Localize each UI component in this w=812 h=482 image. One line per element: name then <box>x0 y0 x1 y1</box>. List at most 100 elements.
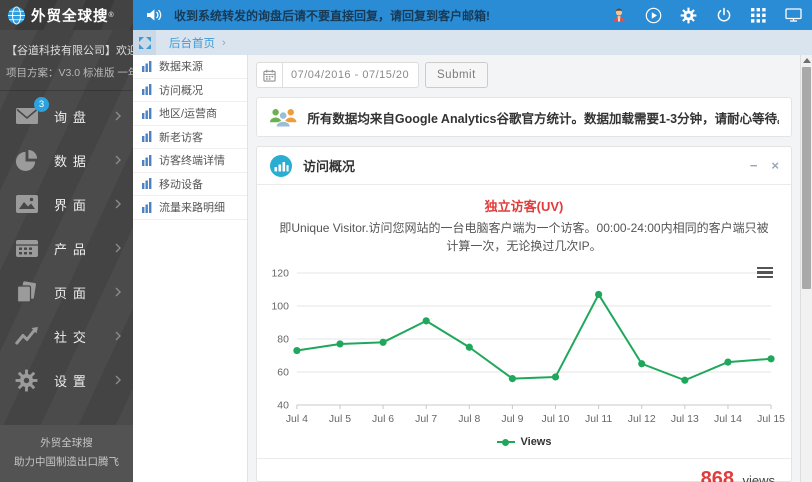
apps-menu-button[interactable] <box>746 0 771 30</box>
collapse-sidebar-button[interactable] <box>133 30 156 55</box>
svg-text:Jul 6: Jul 6 <box>372 414 394 425</box>
date-toolbar: Submit <box>256 62 792 88</box>
chevron-right-icon <box>115 155 121 165</box>
account-welcome: 【谷道科技有限公司】欢迎您! 项目方案：V3.0 标准版 一年 <box>0 30 153 91</box>
pages-icon <box>16 280 36 303</box>
bar-chart-icon <box>142 154 152 166</box>
company-welcome-text: 【谷道科技有限公司】欢迎您! <box>6 45 153 57</box>
avatar-icon <box>613 8 624 22</box>
chevron-right-icon <box>115 331 121 341</box>
people-group-icon <box>269 109 297 128</box>
settings-button[interactable] <box>676 0 701 30</box>
bar-chart-icon <box>142 131 152 143</box>
calendar-icon <box>263 69 276 82</box>
chevron-right-icon <box>115 111 121 121</box>
app-logo[interactable]: 外贸全球搜 ® <box>0 0 133 30</box>
main-sidebar: 【谷道科技有限公司】欢迎您! 项目方案：V3.0 标准版 一年 3 询盘 数据 … <box>0 30 153 482</box>
power-button[interactable] <box>711 0 736 30</box>
speaker-icon <box>147 9 162 21</box>
metric-description-text: 即Unique Visitor.访问您网站的一台电脑客户端为一个访客。00:00… <box>279 221 769 253</box>
svg-text:Jul 7: Jul 7 <box>415 414 437 425</box>
svg-text:Jul 8: Jul 8 <box>458 414 480 425</box>
submenu-item-region-operator[interactable]: 地区/运营商 <box>133 102 247 126</box>
uv-line-chart: 40 60 80 100 120 Jul 4 Jul 5 Jul 6 Jul 7 Jul 8 Jul… <box>271 268 785 425</box>
submenu-item-new-returning-visitors[interactable]: 新老访客 <box>133 126 247 149</box>
sidebar-footer-brand: 外贸全球搜 <box>40 437 93 450</box>
svg-text:Jul 4: Jul 4 <box>286 414 308 425</box>
inquiry-count-badge: 3 <box>34 97 49 112</box>
panel-close-button[interactable]: × <box>771 159 779 172</box>
total-views-summary: 868 views <box>257 458 791 482</box>
breadcrumb: 后台首页 › <box>133 30 812 55</box>
sidebar-item-data[interactable]: 数据 <box>0 138 133 182</box>
sidebar-item-products[interactable]: 产品 <box>0 226 133 270</box>
sidebar-item-social[interactable]: 社交 <box>0 314 133 358</box>
gear-icon <box>15 369 38 391</box>
chart-legend-views[interactable]: Views <box>263 436 785 448</box>
chevron-right-icon <box>115 375 121 385</box>
play-circle-icon <box>645 7 662 23</box>
vertical-scrollbar[interactable] <box>800 55 812 482</box>
submenu-item-visit-overview[interactable]: 访问概况 <box>133 79 247 102</box>
product-table-icon <box>16 239 38 257</box>
bar-chart-icon <box>142 107 152 119</box>
svg-text:Jul 10: Jul 10 <box>542 414 570 425</box>
sidebar-footer-slogan: 助力中国制造出口腾飞 <box>14 455 119 468</box>
bar-chart-icon <box>142 60 152 72</box>
metric-description: 独立访客(UV) 即Unique Visitor.访问您网站的一台电脑客户端为一… <box>257 185 791 257</box>
svg-text:Jul 5: Jul 5 <box>329 414 351 425</box>
gear-icon <box>680 7 697 23</box>
report-submenu: 数据来源 访问概况 地区/运营商 新老访客 访客终端详情 移动设备 流量来路明细 <box>133 55 248 482</box>
chevron-right-icon <box>115 243 121 253</box>
breadcrumb-home-link[interactable]: 后台首页 <box>169 35 215 51</box>
sidebar-item-pages[interactable]: 页面 <box>0 270 133 314</box>
scrollbar-up-arrow[interactable] <box>802 58 811 63</box>
pie-chart-icon <box>15 149 38 171</box>
topbar-actions <box>606 0 812 30</box>
total-views-value: 868 <box>700 468 735 482</box>
globe-logo-icon <box>7 5 26 25</box>
metric-title: 独立访客(UV) <box>484 199 564 214</box>
image-icon <box>16 195 38 213</box>
apps-grid-icon <box>751 7 766 23</box>
svg-text:Jul 15: Jul 15 <box>757 414 785 425</box>
submenu-item-traffic-source-detail[interactable]: 流量来路明细 <box>133 196 247 220</box>
svg-text:Jul 11: Jul 11 <box>585 414 612 425</box>
submenu-item-data-source[interactable]: 数据来源 <box>133 55 247 79</box>
legend-label: Views <box>520 436 552 448</box>
svg-text:60: 60 <box>277 367 289 378</box>
social-chart-icon <box>15 327 38 345</box>
svg-text:80: 80 <box>277 334 289 345</box>
monitor-icon <box>785 8 802 22</box>
submenu-item-visitor-terminal[interactable]: 访客终端详情 <box>133 149 247 173</box>
bar-chart-icon <box>142 84 152 96</box>
submenu-item-mobile-devices[interactable]: 移动设备 <box>133 173 247 196</box>
notice-text: 所有数据均来自Google Analytics谷歌官方统计。数据加载需要1-3分… <box>307 111 779 126</box>
svg-text:Jul 14: Jul 14 <box>714 414 742 425</box>
power-icon <box>717 7 730 22</box>
sidebar-item-settings[interactable]: 设置 <box>0 358 133 402</box>
user-avatar[interactable] <box>606 0 631 30</box>
chart-export-menu-icon[interactable] <box>757 267 773 280</box>
svg-text:Jul 13: Jul 13 <box>671 414 699 425</box>
plan-text: 项目方案：V3.0 标准版 一年 <box>6 67 139 79</box>
sidebar-nav: 3 询盘 数据 界面 产品 页面 社交 设置 <box>0 91 133 402</box>
calendar-button[interactable] <box>256 62 283 88</box>
sidebar-item-inquiry[interactable]: 3 询盘 <box>0 94 133 138</box>
svg-text:Jul 9: Jul 9 <box>501 414 523 425</box>
scrollbar-thumb[interactable] <box>802 67 811 289</box>
svg-text:Jul 12: Jul 12 <box>628 414 656 425</box>
svg-text:40: 40 <box>277 400 289 411</box>
panel-header: 访问概况 − × <box>257 147 791 185</box>
play-button[interactable] <box>641 0 666 30</box>
display-button[interactable] <box>781 0 806 30</box>
sidebar-item-interface[interactable]: 界面 <box>0 182 133 226</box>
svg-text:120: 120 <box>271 268 289 279</box>
chevron-right-icon <box>115 287 121 297</box>
logo-registered-mark: ® <box>108 11 114 19</box>
chart-area: 40 60 80 100 120 Jul 4 Jul 5 Jul 6 Jul 7 Jul 8 Jul… <box>257 257 791 458</box>
announcement-bar: 收到系统转发的询盘后请不要直接回复，请回复到客户邮箱! <box>133 0 812 30</box>
submit-button[interactable]: Submit <box>425 62 488 88</box>
date-range-input[interactable] <box>283 62 419 88</box>
panel-minimize-button[interactable]: − <box>750 159 758 172</box>
